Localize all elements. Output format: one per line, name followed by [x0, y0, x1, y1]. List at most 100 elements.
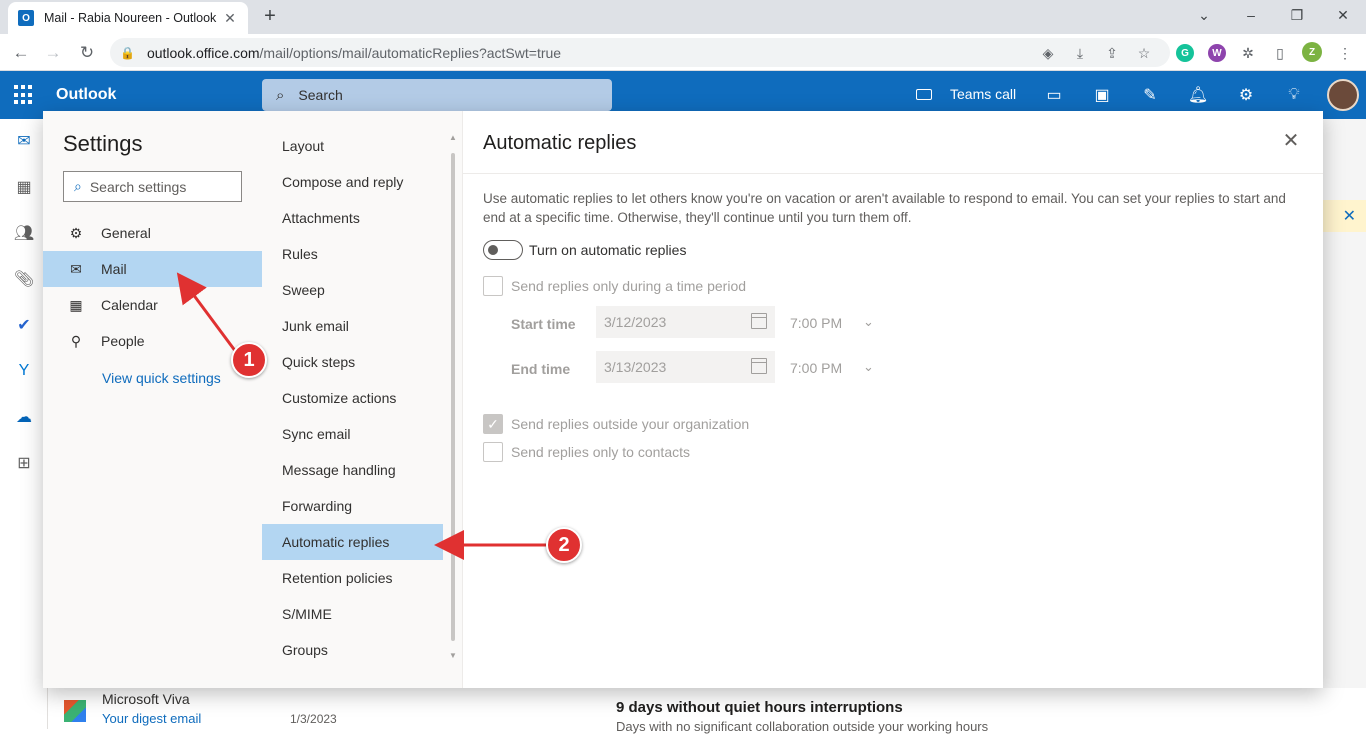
- attachment-icon[interactable]: 📎︎: [12, 267, 36, 291]
- scroll-down-arrow-icon[interactable]: ▼: [448, 651, 458, 660]
- tab-search-chevron-icon[interactable]: ⌄: [1181, 0, 1227, 30]
- start-date-picker[interactable]: 3/12/2023: [596, 306, 775, 338]
- subitem-automatic-replies[interactable]: Automatic replies: [262, 524, 443, 560]
- office-word-icon[interactable]: ▣: [1090, 83, 1114, 107]
- category-calendar[interactable]: ▦ Calendar: [43, 287, 262, 323]
- subitem-compose-and-reply[interactable]: Compose and reply: [262, 164, 443, 200]
- subitem-customize-actions[interactable]: Customize actions: [262, 380, 443, 416]
- message-sender[interactable]: Microsoft Viva: [102, 691, 190, 707]
- subitem-junk-email[interactable]: Junk email: [262, 308, 443, 344]
- start-time-value[interactable]: 7:00 PM: [790, 315, 842, 331]
- browser-tab[interactable]: O Mail - Rabia Noureen - Outlook ✕: [8, 2, 248, 34]
- notifications-bell-icon[interactable]: 🔔︎: [1186, 83, 1210, 107]
- outlook-brand[interactable]: Outlook: [56, 86, 116, 104]
- end-time-value[interactable]: 7:00 PM: [790, 360, 842, 376]
- mail-icon[interactable]: ✉: [12, 129, 36, 153]
- tips-lightbulb-icon[interactable]: 💡︎: [1282, 83, 1306, 107]
- yammer-icon[interactable]: Y: [12, 359, 36, 383]
- subitem-groups[interactable]: Groups: [262, 632, 443, 668]
- contacts-only-checkbox[interactable]: [483, 442, 503, 462]
- mail-search-box[interactable]: ⌕ Search: [262, 79, 612, 111]
- onedrive-cloud-icon[interactable]: ☁: [12, 405, 36, 429]
- tab-close-icon[interactable]: ✕: [222, 10, 238, 27]
- app-launcher-icon[interactable]: [14, 85, 34, 105]
- my-day-icon[interactable]: ✎: [1138, 83, 1162, 107]
- app-install-icon[interactable]: ◈: [1039, 44, 1057, 62]
- download-icon[interactable]: ⤓: [1071, 44, 1089, 62]
- tab-title: Mail - Rabia Noureen - Outlook: [44, 11, 217, 25]
- panel-title: Automatic replies: [483, 132, 637, 154]
- chat-icon[interactable]: ▭: [1042, 83, 1066, 107]
- calendar-icon[interactable]: ▦: [12, 175, 36, 199]
- category-general[interactable]: ⚙ General: [43, 215, 262, 251]
- restore-button[interactable]: ❐: [1274, 0, 1320, 30]
- end-date-picker[interactable]: 3/13/2023: [596, 351, 775, 383]
- divider: [463, 173, 1323, 174]
- app-rail: ✉ ▦ 👥︎ 📎︎ ✔ Y ☁ ⊞: [0, 119, 48, 729]
- share-icon[interactable]: ⇪: [1103, 44, 1121, 62]
- subitem-retention-policies[interactable]: Retention policies: [262, 560, 443, 596]
- subitem-attachments[interactable]: Attachments: [262, 200, 443, 236]
- banner-close-icon[interactable]: ✕: [1323, 200, 1366, 232]
- subitem-sweep[interactable]: Sweep: [262, 272, 443, 308]
- subitem-smime[interactable]: S/MIME: [262, 596, 443, 632]
- address-bar[interactable]: 🔒 outlook.office.com/mail/options/mail/a…: [110, 38, 1170, 67]
- toggle-label: Turn on automatic replies: [529, 242, 687, 258]
- mail-settings-nav: Layout Compose and reply Attachments Rul…: [262, 111, 463, 688]
- subitem-message-handling[interactable]: Message handling: [262, 452, 443, 488]
- scrollbar-thumb[interactable]: [451, 153, 455, 641]
- time-period-checkbox[interactable]: [483, 276, 503, 296]
- mail-icon: ✉: [70, 260, 82, 277]
- todo-check-icon[interactable]: ✔: [12, 313, 36, 337]
- more-apps-icon[interactable]: ⊞: [12, 451, 36, 475]
- view-quick-settings-link[interactable]: View quick settings: [102, 370, 221, 386]
- category-people[interactable]: ⚲ People: [43, 323, 262, 359]
- automatic-replies-toggle[interactable]: [483, 240, 523, 260]
- outlook-favicon-icon: O: [18, 10, 34, 26]
- window-close-button[interactable]: ✕: [1320, 0, 1366, 30]
- message-subject[interactable]: Your digest email: [102, 711, 201, 726]
- grammarly-extension-icon[interactable]: G: [1176, 44, 1194, 62]
- end-time-label: End time: [511, 361, 571, 377]
- search-placeholder: Search: [298, 87, 343, 103]
- close-icon[interactable]: ✕: [1281, 131, 1301, 151]
- digest-headline: 9 days without quiet hours interruptions: [616, 699, 903, 716]
- url-path: /mail/options/mail/automaticReplies?actS…: [259, 44, 562, 61]
- teams-call-button[interactable]: Teams call: [916, 86, 1016, 102]
- side-panel-icon[interactable]: ▯: [1271, 44, 1289, 62]
- subitem-sync-email[interactable]: Sync email: [262, 416, 443, 452]
- extensions-puzzle-icon[interactable]: ✲: [1239, 44, 1257, 62]
- back-arrow-icon[interactable]: ←: [8, 40, 34, 66]
- search-icon: ⌕: [74, 178, 82, 194]
- reload-icon[interactable]: ↻: [74, 40, 100, 66]
- time-period-label: Send replies only during a time period: [511, 278, 747, 294]
- chevron-down-icon[interactable]: ⌄: [863, 314, 874, 330]
- subitem-forwarding[interactable]: Forwarding: [262, 488, 443, 524]
- browser-tab-bar: O Mail - Rabia Noureen - Outlook ✕ + ⌄ –…: [0, 0, 1366, 34]
- w-extension-icon[interactable]: W: [1208, 44, 1226, 62]
- start-time-label: Start time: [511, 316, 576, 332]
- profile-avatar[interactable]: Z: [1302, 42, 1322, 62]
- people-icon[interactable]: 👥︎: [12, 221, 36, 245]
- settings-gear-icon[interactable]: ⚙: [1234, 83, 1258, 107]
- browser-menu-icon[interactable]: ⋮: [1336, 44, 1354, 62]
- bookmark-star-icon[interactable]: ☆: [1135, 44, 1153, 62]
- forward-arrow-icon[interactable]: →: [40, 40, 66, 66]
- subitem-rules[interactable]: Rules: [262, 236, 443, 272]
- message-date: 1/3/2023: [290, 712, 337, 726]
- category-mail[interactable]: ✉ Mail: [43, 251, 262, 287]
- calendar-icon: ▦: [69, 296, 83, 313]
- gear-icon: ⚙: [69, 224, 83, 241]
- minimize-button[interactable]: –: [1228, 0, 1274, 30]
- chevron-down-icon[interactable]: ⌄: [863, 359, 874, 375]
- new-tab-button[interactable]: +: [258, 5, 282, 29]
- subitem-layout[interactable]: Layout: [262, 128, 443, 164]
- outside-org-checkbox[interactable]: ✓: [483, 414, 503, 434]
- lock-icon: 🔒: [120, 45, 135, 60]
- scroll-up-arrow-icon[interactable]: ▲: [448, 133, 458, 142]
- settings-search-input[interactable]: ⌕ Search settings: [63, 171, 242, 202]
- subitem-quick-steps[interactable]: Quick steps: [262, 344, 443, 380]
- settings-dialog: Settings ⌕ Search settings ⚙ General ✉ M…: [43, 111, 1323, 688]
- user-avatar[interactable]: [1327, 79, 1359, 111]
- contacts-only-label: Send replies only to contacts: [511, 444, 690, 460]
